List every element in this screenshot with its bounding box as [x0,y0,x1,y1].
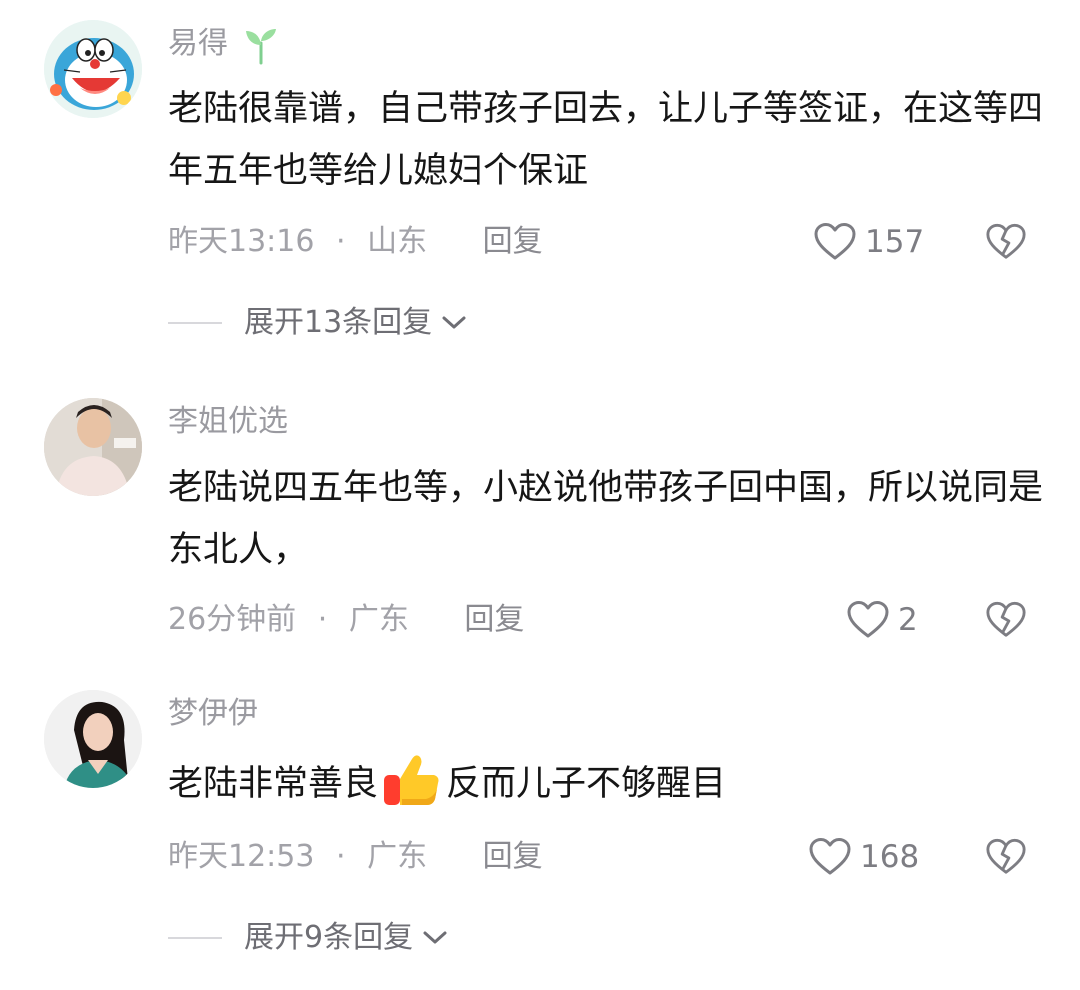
username[interactable]: 李姐优选 [168,404,288,440]
like-button[interactable]: 157 [813,222,924,262]
comment-time: 昨天13:16 [168,224,315,259]
comment-location: 山东 [367,224,428,259]
broken-heart-icon[interactable] [985,837,1027,877]
like-button[interactable]: 168 [808,837,919,877]
comment-text: 老陆说四五年也等，小赵说他带孩子回中国，所以说同是东北人， [168,468,1044,570]
chevron-down-icon [442,316,466,329]
like-count: 157 [865,224,925,260]
expand-replies-label: 展开9条回复 [244,920,414,955]
thumbs-up-emoji [384,755,439,805]
comment-location: 广东 [348,602,409,637]
avatar[interactable] [44,20,142,118]
comment-meta: 26分钟前 · 广东 回复 [168,600,524,640]
reply-button[interactable]: 回复 [483,839,543,874]
like-count: 2 [898,602,918,638]
username[interactable]: 梦伊伊 [168,696,258,732]
chevron-down-icon [423,931,447,944]
username-text: 梦伊伊 [168,696,258,731]
heart-outline-icon [814,223,856,260]
meta-separator: · [317,602,328,637]
avatar[interactable] [44,690,142,788]
reply-button[interactable]: 回复 [483,224,543,259]
like-count: 168 [860,839,920,875]
avatar[interactable] [44,398,142,496]
broken-heart-icon[interactable] [985,222,1027,262]
comment-text-part: 老陆非常善良 [168,764,379,804]
reply-button[interactable]: 回复 [464,602,524,637]
doraemon-avatar-icon [44,20,142,118]
person-photo-avatar [44,690,142,788]
meta-separator: · [336,839,346,874]
heart-outline-icon [809,838,851,875]
comment-meta: 昨天12:53 · 广东 回复 [168,837,543,877]
comment-time: 昨天12:53 [168,839,315,874]
comment-text-part: 反而儿子不够醒目 [446,764,727,804]
comment-time: 26分钟前 [168,602,297,637]
meta-separator: · [336,224,346,259]
expand-replies-button[interactable]: 展开9条回复 [168,918,449,958]
comment-meta: 昨天13:16 · 山东 回复 [168,222,543,262]
broken-heart-icon[interactable] [985,600,1027,640]
expand-replies-button[interactable]: 展开13条回复 [168,303,468,343]
comment-text: 老陆很靠谱，自己带孩子回去，让儿子等签证，在这等四年五年也等给儿媳妇个保证 [168,89,1044,191]
like-button[interactable]: 2 [846,600,918,640]
username-text: 李姐优选 [168,404,288,439]
comment-location: 广东 [367,839,428,874]
divider-line [168,937,222,939]
heart-outline-icon [847,601,889,638]
divider-line [168,322,222,324]
person-photo-avatar [44,398,142,496]
sprout-icon [246,29,276,65]
username-text: 易得 [168,26,228,61]
expand-replies-label: 展开13条回复 [244,305,433,340]
username[interactable]: 易得 [168,26,228,62]
comment-text: 老陆非常善良 反而儿子不够醒目 [168,753,1048,815]
